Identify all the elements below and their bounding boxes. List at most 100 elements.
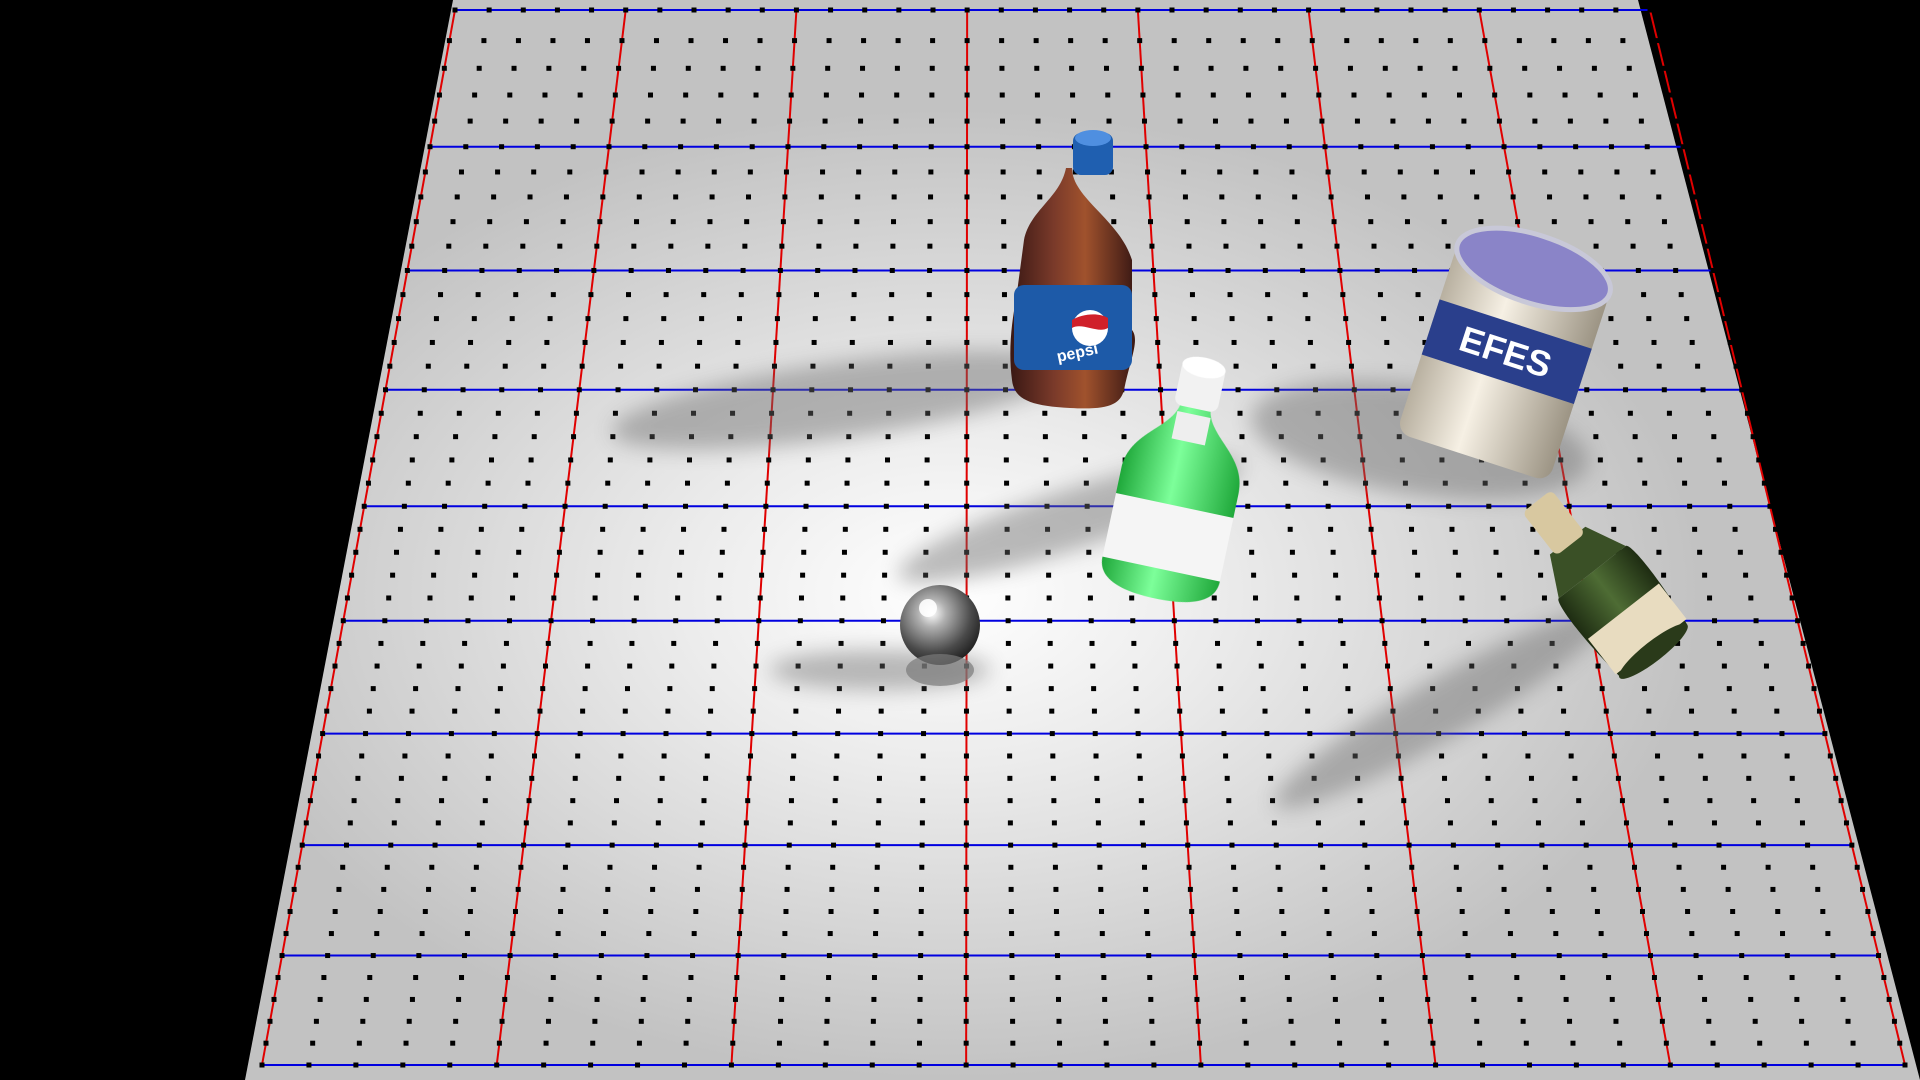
grid-dot (1599, 686, 1605, 692)
grid-dot (1795, 618, 1801, 624)
grid-dot (1231, 864, 1237, 870)
grid-dot (638, 549, 644, 555)
grid-dot (1382, 65, 1388, 71)
grid-dot (1748, 996, 1754, 1002)
grid-dot (1692, 194, 1698, 200)
grid-dot (635, 1062, 641, 1068)
grid-dot (1405, 503, 1411, 509)
grid-dot (1151, 1062, 1157, 1068)
grid-dot (699, 316, 705, 322)
grid-dot (550, 292, 556, 298)
grid-dot (1381, 1018, 1387, 1024)
grid-dot (582, 339, 588, 345)
grid-dot (823, 1040, 829, 1046)
grid-dot (425, 363, 431, 369)
grid-dot (1603, 708, 1609, 714)
grid-dot (752, 686, 758, 692)
grid-dot (631, 243, 637, 249)
grid-dot (1269, 339, 1275, 345)
grid-dot (1009, 931, 1015, 937)
grid-dot (963, 975, 969, 981)
grid-dot (1144, 908, 1150, 914)
grid-dot (880, 618, 886, 624)
grid-dot (1661, 65, 1667, 71)
grid-dot (829, 886, 835, 892)
grid-dot (1418, 595, 1424, 601)
grid-dot (1711, 434, 1717, 440)
grid-dot (1068, 38, 1074, 44)
grid-dot (1292, 1062, 1298, 1068)
grid-dot (779, 243, 785, 249)
grid-dot (1052, 864, 1058, 870)
grid-dot (919, 864, 925, 870)
grid-dot (723, 38, 729, 44)
grid-dot (1195, 1018, 1201, 1024)
grid-dot (1145, 169, 1151, 175)
grid-dot (343, 842, 349, 848)
grid-dot (645, 480, 651, 486)
grid-dot (835, 731, 841, 737)
grid-dot (1194, 996, 1200, 1002)
grid-dot (654, 387, 660, 393)
grid-dot (927, 243, 933, 249)
grid-dot (1496, 118, 1502, 124)
grid-dot (576, 387, 582, 393)
grid-dot (1095, 820, 1101, 826)
grid-dot (1092, 731, 1098, 737)
grid-dot (405, 480, 411, 486)
grid-dot (787, 118, 793, 124)
grid-dot (1009, 953, 1015, 959)
grid-dot (882, 549, 888, 555)
grid-dot (562, 503, 568, 509)
grid-dot (1223, 243, 1229, 249)
grid-dot (1532, 118, 1538, 124)
pepsi-cap-top (1075, 130, 1111, 146)
grid-dot (704, 753, 710, 759)
grid-dot (640, 996, 646, 1002)
grid-dot (1229, 842, 1235, 848)
grid-dot (1753, 618, 1759, 624)
grid-dot (1145, 931, 1151, 937)
grid-dot (429, 339, 435, 345)
grid-dot (1150, 267, 1156, 273)
grid-dot (396, 316, 402, 322)
grid-dot (495, 410, 501, 416)
grid-dot (963, 708, 969, 714)
grid-dot (963, 686, 969, 692)
grid-dot (1104, 1062, 1110, 1068)
grid-dot (921, 731, 927, 737)
grid-dot (754, 640, 760, 646)
grid-dot (1281, 457, 1287, 463)
grid-dot (812, 316, 818, 322)
grid-dot (1433, 169, 1439, 175)
grid-dot (1452, 549, 1458, 555)
grid-dot (800, 572, 806, 578)
grid-dot (671, 640, 677, 646)
grid-dot (547, 316, 553, 322)
grid-dot (870, 1018, 876, 1024)
grid-dot (1334, 243, 1340, 249)
grid-dot (567, 169, 573, 175)
grid-dot (1290, 1040, 1296, 1046)
grid-dot (844, 480, 850, 486)
grid-dot (1087, 572, 1093, 578)
grid-dot (745, 194, 751, 200)
grid-dot (1146, 953, 1152, 959)
grid-dot (1243, 1040, 1249, 1046)
grid-dot (1710, 267, 1716, 273)
grid-dot (928, 194, 934, 200)
grid-dot (1279, 908, 1285, 914)
grid-dot (1618, 363, 1624, 369)
grid-dot (1248, 118, 1254, 124)
grid-dot (694, 886, 700, 892)
grid-dot (353, 549, 359, 555)
grid-dot (673, 194, 679, 200)
grid-dot (801, 549, 807, 555)
grid-dot (1427, 1018, 1433, 1024)
grid-dot (1251, 572, 1257, 578)
grid-dot (1002, 339, 1008, 345)
grid-dot (1689, 708, 1695, 714)
grid-dot (636, 1040, 642, 1046)
grid-dot (1784, 572, 1790, 578)
grid-dot (485, 480, 491, 486)
